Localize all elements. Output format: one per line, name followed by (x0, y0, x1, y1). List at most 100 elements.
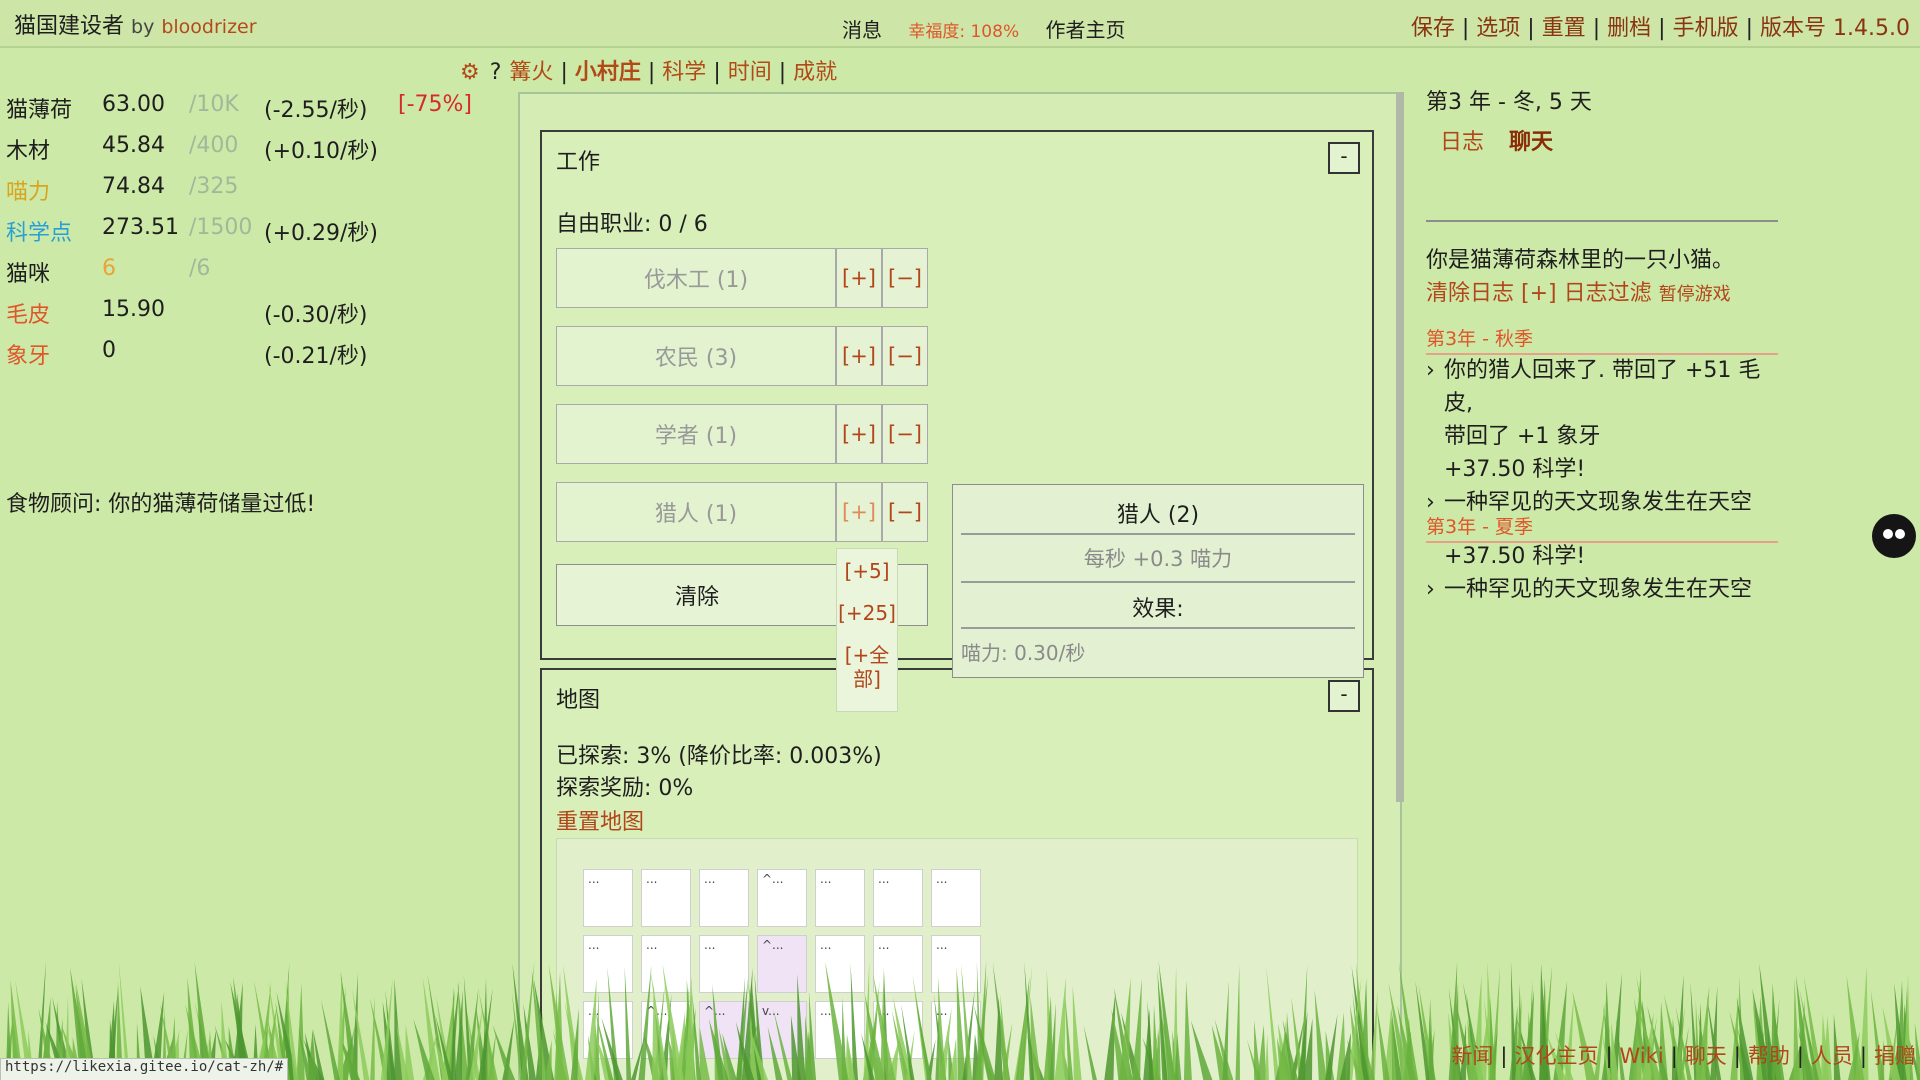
resource-value: 0 (102, 338, 116, 363)
help-icon[interactable]: ? (490, 60, 502, 85)
log-filter-link[interactable]: 日志过滤 (1564, 281, 1652, 306)
resource-row[interactable]: 木材 45.84 /400 (+0.10/秒) (6, 133, 476, 174)
version-label[interactable]: 版本号 1.4.5.0 (1760, 16, 1910, 41)
main-tabs: ⚙? 篝火 | 小村庄 | 科学 | 时间 | 成就 (460, 54, 837, 86)
map-cell[interactable]: ... (641, 869, 691, 927)
author-link[interactable]: bloodrizer (161, 16, 256, 38)
map-cell[interactable]: ... (583, 869, 633, 927)
log-actions: 清除日志 [+] 日志过滤 暂停游戏 (1426, 275, 1731, 307)
resource-row[interactable]: 猫薄荷 63.00 /10K (-2.55/秒) [-75%] (6, 92, 476, 133)
tab-log[interactable]: 日志 (1440, 130, 1484, 155)
job-remove-button[interactable]: [−] (882, 404, 928, 464)
job-hunter-button[interactable]: 猎人 (1) (556, 482, 836, 542)
help-link[interactable]: 帮助 (1748, 1044, 1790, 1068)
map-cell[interactable]: ... (873, 869, 923, 927)
log-entry: +37.50 科学! (1426, 453, 1786, 486)
author-home-link[interactable]: 作者主页 (1045, 18, 1125, 42)
chat-link[interactable]: 聊天 (1685, 1044, 1727, 1068)
job-remove-button[interactable]: [−] (882, 482, 928, 542)
center-scrollbar[interactable] (1396, 92, 1404, 802)
tab-science[interactable]: 科学 (662, 60, 706, 85)
job-remove-button[interactable]: [−] (882, 326, 928, 386)
separator: | (778, 60, 787, 85)
free-jobs-count: 自由职业: 0 / 6 (556, 212, 708, 237)
map-cell[interactable]: ... (699, 869, 749, 927)
add-25-option[interactable]: [+25] (837, 601, 897, 625)
food-advisor: 食物顾问: 你的猫薄荷储量过低! (6, 492, 316, 517)
job-add-button[interactable]: [+] (836, 404, 882, 464)
log-filter-toggle[interactable]: [+] (1521, 281, 1557, 306)
resource-value: 74.84 (102, 174, 165, 199)
job-woodcutter-button[interactable]: 伐木工 (1) (556, 248, 836, 308)
add-5-option[interactable]: [+5] (837, 559, 897, 583)
resource-rate: (+0.10/秒) (264, 139, 378, 164)
map-cell[interactable]: ... (931, 869, 981, 927)
resource-name: 象牙 (6, 344, 51, 369)
wiki-link[interactable]: Wiki (1620, 1044, 1664, 1068)
separator: | (713, 60, 721, 85)
map-cell[interactable]: ^... (757, 869, 807, 927)
separator: | (1796, 1044, 1804, 1068)
pause-game-link[interactable]: 暂停游戏 (1659, 284, 1731, 305)
tooltip-title: 猎人 (2) (1116, 503, 1200, 528)
explore-bonus: 探索奖励: 0% (556, 776, 694, 801)
mobile-link[interactable]: 手机版 (1673, 16, 1739, 41)
season-header: 第3年 - 秋季 (1426, 324, 1778, 355)
job-add-button[interactable]: [+] (836, 326, 882, 386)
resource-list: 猫薄荷 63.00 /10K (-2.55/秒) [-75%] 木材 45.84… (6, 92, 476, 517)
cat-eye (1895, 529, 1905, 539)
section-title: 工作 (556, 150, 601, 175)
resource-row[interactable]: 毛皮 15.90 (-0.30/秒) (6, 297, 476, 338)
game-window: 猫国建设者 by bloodrizer 消息 幸福度: 108% 作者主页 保存… (0, 0, 1920, 1080)
news-link[interactable]: 新闻 (1451, 1044, 1493, 1068)
resource-rate: (+0.29/秒) (264, 221, 378, 246)
resource-max: /1500 (189, 215, 253, 240)
job-add-button[interactable]: [+] (836, 482, 882, 542)
intro-text: 你是猫薄荷森林里的一只小猫。 (1426, 248, 1735, 273)
top-nav: 保存 | 选项 | 重置 | 删档 | 手机版 | 版本号 1.4.5.0 (1411, 10, 1910, 42)
localization-link[interactable]: 汉化主页 (1514, 1044, 1598, 1068)
gear-icon[interactable]: ⚙ (460, 60, 480, 85)
options-link[interactable]: 选项 (1476, 16, 1520, 41)
reset-map-link[interactable]: 重置地图 (556, 804, 644, 836)
separator: | (1859, 1044, 1867, 1068)
collapse-button[interactable]: - (1328, 680, 1360, 712)
job-remove-button[interactable]: [−] (882, 248, 928, 308)
tab-bonfire[interactable]: 篝火 (509, 60, 553, 85)
resource-value: 273.51 (102, 215, 179, 240)
save-link[interactable]: 保存 (1411, 16, 1455, 41)
resource-row[interactable]: 猫咪 6 /6 (6, 256, 476, 297)
credits-link[interactable]: 人员 (1811, 1044, 1853, 1068)
resource-max: /10K (189, 92, 239, 117)
resource-max: /325 (189, 174, 239, 199)
resource-modifier: [-75%] (398, 92, 473, 117)
divider (961, 581, 1355, 583)
collapse-button[interactable]: - (1328, 142, 1360, 174)
resource-row[interactable]: 象牙 0 (-0.21/秒) (6, 338, 476, 379)
tab-village[interactable]: 小村庄 (575, 60, 641, 85)
resource-rate: (-0.30/秒) (264, 303, 368, 328)
tab-achievements[interactable]: 成就 (793, 60, 837, 85)
resource-row[interactable]: 科学点 273.51 /1500 (+0.29/秒) (6, 215, 476, 256)
wipe-link[interactable]: 删档 (1607, 16, 1651, 41)
resource-row[interactable]: 喵力 74.84 /325 (6, 174, 476, 215)
resource-name: 木材 (6, 139, 51, 164)
resource-name: 毛皮 (6, 303, 51, 328)
job-scholar-button[interactable]: 学者 (1) (556, 404, 836, 464)
log-text: 带回了 +1 象牙 (1444, 424, 1601, 449)
donate-link[interactable]: 捐赠 (1874, 1044, 1916, 1068)
job-add-button[interactable]: [+] (836, 248, 882, 308)
happiness-indicator[interactable]: 幸福度: 108% (908, 22, 1019, 42)
map-cell[interactable]: ... (815, 869, 865, 927)
log-text: 一种罕见的天文现象发生在天空 (1444, 577, 1753, 602)
add-all-option-cont[interactable]: 部] (837, 667, 897, 691)
messages-link[interactable]: 消息 (842, 18, 882, 42)
reset-link[interactable]: 重置 (1542, 16, 1586, 41)
add-all-option[interactable]: [+全 (837, 643, 897, 667)
tab-time[interactable]: 时间 (728, 60, 772, 85)
job-farmer-button[interactable]: 农民 (3) (556, 326, 836, 386)
clear-log-link[interactable]: 清除日志 (1426, 281, 1514, 306)
cat-face-icon[interactable] (1872, 514, 1916, 558)
tab-chat[interactable]: 聊天 (1509, 130, 1553, 155)
hunter-add-menu: [+5] [+25] [+全 部] (836, 548, 898, 712)
